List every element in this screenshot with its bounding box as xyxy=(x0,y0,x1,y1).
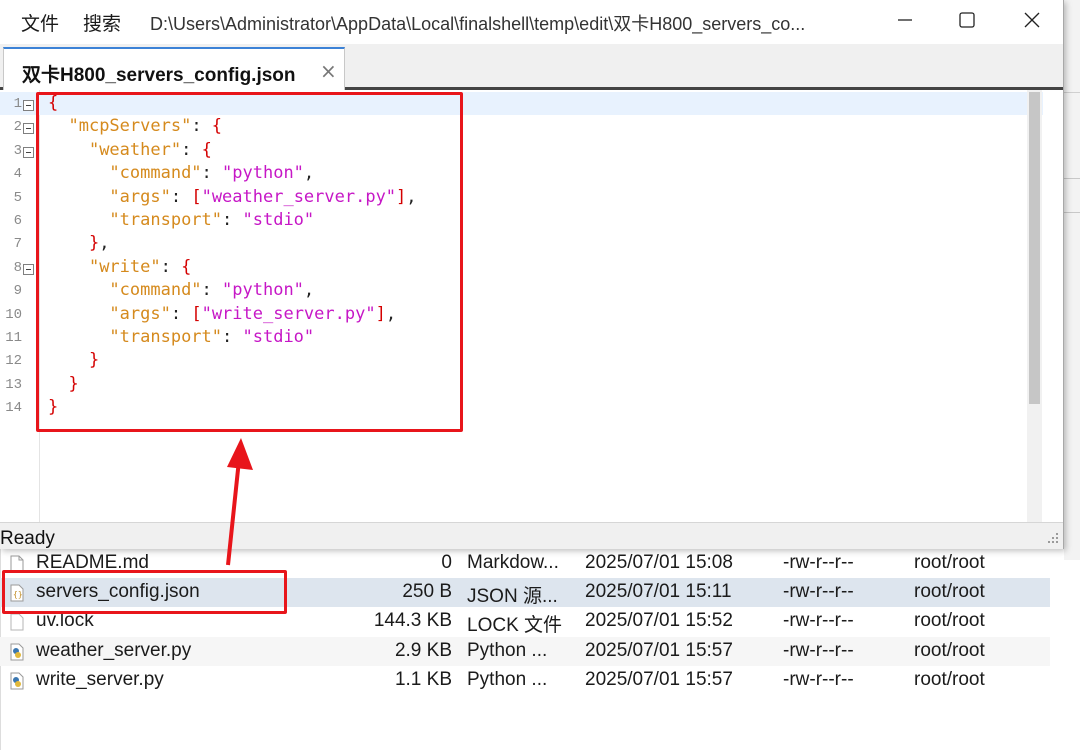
file-type: Markdow... xyxy=(467,552,559,573)
file-permissions: -rw-r--r-- xyxy=(783,581,854,602)
file-size: 250 B xyxy=(402,581,452,602)
line-number: 6 xyxy=(13,213,22,229)
file-owner: root/root xyxy=(914,640,985,661)
maximize-icon xyxy=(959,12,975,28)
annotation-box-code xyxy=(36,92,463,432)
file-size: 1.1 KB xyxy=(394,669,452,690)
file-owner: root/root xyxy=(914,610,985,631)
file-owner: root/root xyxy=(914,581,985,602)
resize-grip-icon[interactable] xyxy=(1046,531,1060,545)
close-button[interactable] xyxy=(1003,0,1061,40)
line-number: 12 xyxy=(5,353,22,370)
line-number: 9 xyxy=(13,283,22,300)
line-number: 10 xyxy=(5,306,22,323)
line-number: 5 xyxy=(13,189,22,206)
status-bar: Ready xyxy=(0,522,1063,549)
maximize-button[interactable] xyxy=(938,0,996,40)
file-type: LOCK 文件 xyxy=(467,615,563,636)
window-title: D:\Users\Administrator\AppData\Local\fin… xyxy=(150,14,806,34)
file-owner: root/root xyxy=(914,669,985,690)
background-panel-edge xyxy=(1064,0,1080,560)
file-name: weather_server.py xyxy=(36,640,192,661)
file-permissions: -rw-r--r-- xyxy=(783,610,854,631)
file-type: Python ... xyxy=(467,640,548,661)
close-icon xyxy=(1024,12,1040,28)
line-number: 3 xyxy=(13,142,22,159)
fold-toggle-icon[interactable] xyxy=(23,263,34,275)
file-permissions: -rw-r--r-- xyxy=(783,640,854,661)
file-row-weather-server[interactable]: weather_server.py 2.9 KB Python ... 2025… xyxy=(0,637,1050,666)
line-number: 11 xyxy=(5,330,22,346)
status-text: Ready xyxy=(0,528,55,549)
file-name: write_server.py xyxy=(36,669,164,690)
scrollbar-thumb[interactable] xyxy=(1029,92,1040,404)
tab-servers-config[interactable]: 双卡H800_servers_config.json × xyxy=(3,47,345,90)
file-type: Python ... xyxy=(467,669,548,690)
annotation-arrow-icon xyxy=(226,438,253,566)
line-number: 13 xyxy=(5,376,22,393)
minimize-button[interactable] xyxy=(876,0,934,40)
file-owner: root/root xyxy=(914,552,985,573)
tab-close-icon[interactable]: × xyxy=(320,59,337,83)
file-size: 144.3 KB xyxy=(373,610,452,631)
file-type: JSON 源... xyxy=(467,586,558,607)
line-number: 1 xyxy=(13,96,22,112)
line-number: 2 xyxy=(13,119,22,136)
menu-file[interactable]: 文件 xyxy=(21,9,59,36)
tab-label: 双卡H800_servers_config.json xyxy=(22,65,296,86)
file-size: 0 xyxy=(441,552,452,573)
file-permissions: -rw-r--r-- xyxy=(783,552,854,573)
file-date: 2025/07/01 15:57 xyxy=(585,640,733,661)
document-icon xyxy=(9,613,25,631)
minimize-icon xyxy=(898,19,912,21)
file-date: 2025/07/01 15:57 xyxy=(585,669,733,690)
python-file-icon xyxy=(9,672,25,690)
file-permissions: -rw-r--r-- xyxy=(783,669,854,690)
file-date: 2025/07/01 15:08 xyxy=(585,552,733,573)
vertical-scrollbar[interactable] xyxy=(1027,90,1042,522)
file-date: 2025/07/01 15:11 xyxy=(585,581,732,602)
fold-toggle-icon[interactable] xyxy=(23,100,34,111)
fold-toggle-icon[interactable] xyxy=(23,123,34,135)
annotation-box-file xyxy=(2,570,287,614)
python-file-icon xyxy=(9,643,25,661)
tab-bar: 双卡H800_servers_config.json × xyxy=(0,44,1063,90)
fold-toggle-icon[interactable] xyxy=(23,146,34,158)
line-number: 14 xyxy=(5,400,22,417)
file-row-write-server[interactable]: write_server.py 1.1 KB Python ... 2025/0… xyxy=(0,666,1050,695)
line-number: 8 xyxy=(13,259,22,276)
menu-search[interactable]: 搜索 xyxy=(83,9,121,36)
file-date: 2025/07/01 15:52 xyxy=(585,610,733,631)
line-number: 4 xyxy=(13,166,22,183)
title-bar[interactable]: 文件 搜索 D:\Users\Administrator\AppData\Loc… xyxy=(0,0,1063,44)
line-number: 7 xyxy=(13,236,22,253)
file-size: 2.9 KB xyxy=(394,640,452,661)
